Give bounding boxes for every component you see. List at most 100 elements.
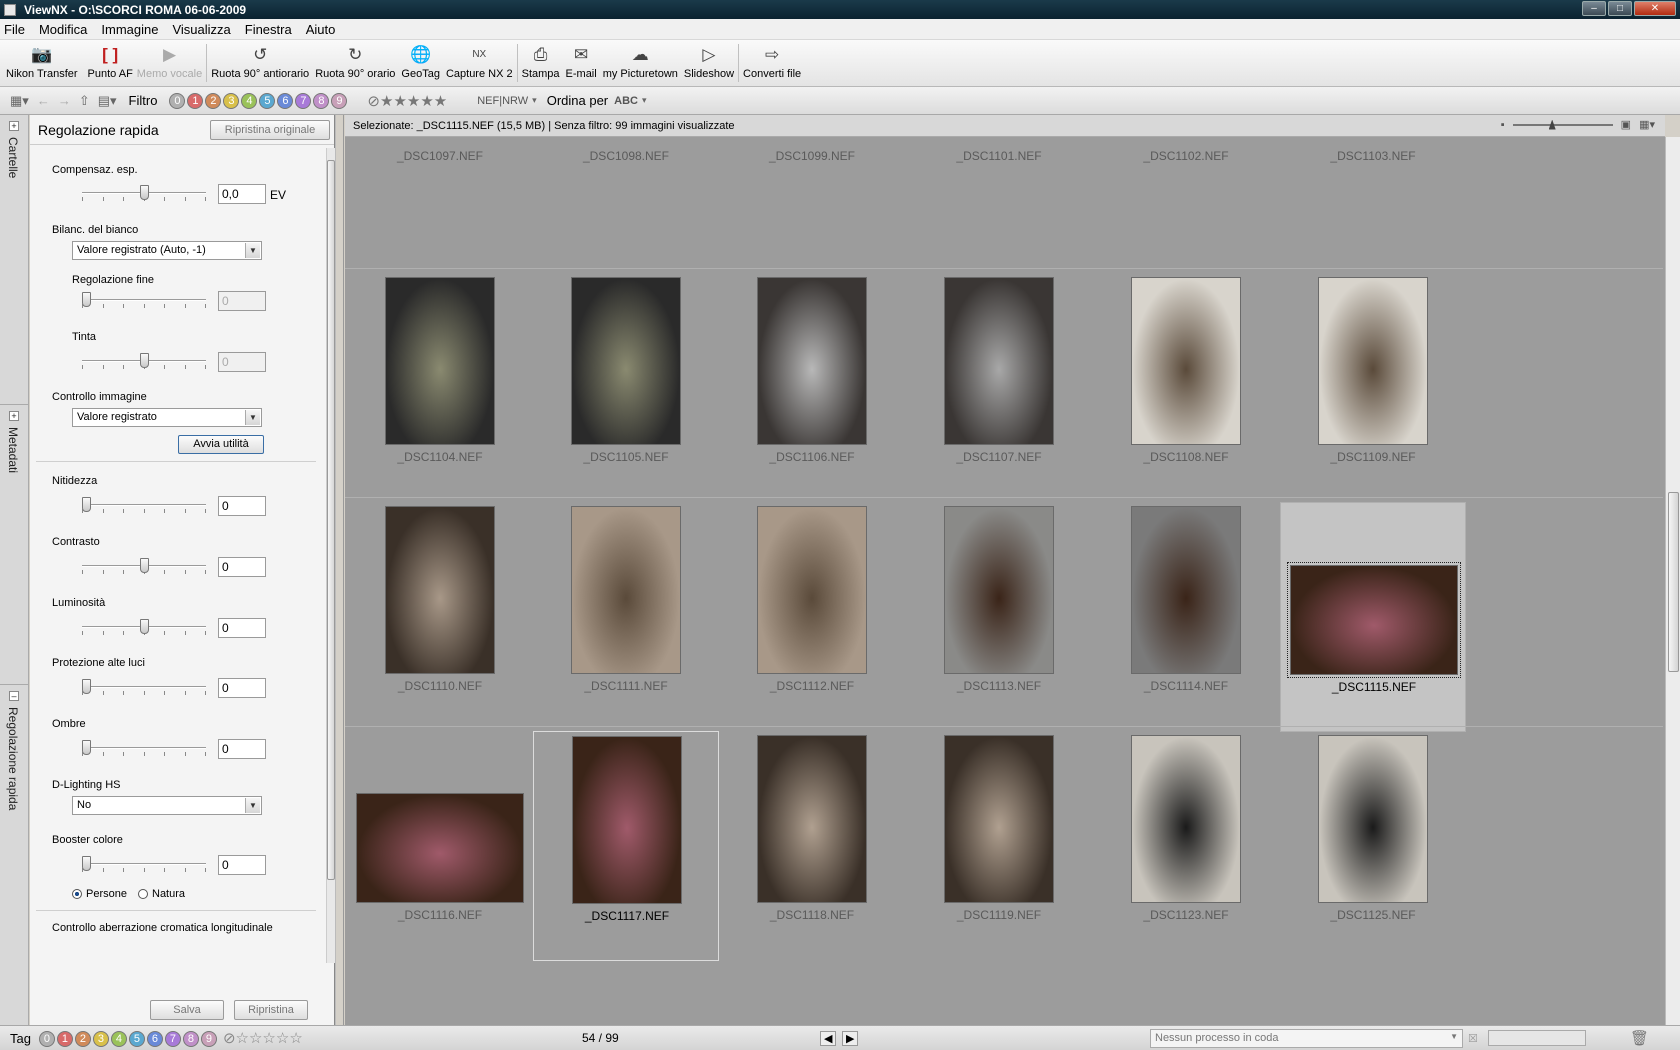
panel-scrollbar[interactable] <box>326 148 335 963</box>
menu-aiuto[interactable]: Aiuto <box>306 22 336 37</box>
minimize-button[interactable]: – <box>1582 1 1606 16</box>
highlight-protection-input[interactable]: 0 <box>218 678 266 698</box>
thumbnail-image[interactable] <box>944 277 1054 445</box>
thumbnail-image[interactable] <box>385 277 495 445</box>
nikon-transfer-button[interactable]: 📷 Nikon Transfer <box>6 40 78 87</box>
shadows-slider[interactable] <box>82 740 206 756</box>
fine-adjust-input[interactable]: 0 <box>218 291 266 311</box>
picture-control-select[interactable]: Valore registrato ▼ <box>72 408 262 427</box>
thumbnail-image[interactable] <box>571 506 681 674</box>
tab-regolazione-rapida[interactable]: – Regolazione rapida <box>0 685 29 1025</box>
filter-label-0[interactable]: 0 <box>169 93 186 109</box>
thumbnail-size-slider[interactable] <box>1512 119 1613 130</box>
panel-splitter[interactable] <box>335 115 344 1025</box>
tab-cartelle[interactable]: + Cartelle <box>0 115 29 405</box>
email-button[interactable]: ✉ E-mail <box>566 40 597 87</box>
restore-button[interactable]: Ripristina <box>234 1000 308 1020</box>
thumbnail-cell[interactable]: _DSC1107.NEF <box>906 273 1092 503</box>
menu-file[interactable]: File <box>4 22 25 37</box>
menu-modifica[interactable]: Modifica <box>39 22 87 37</box>
filter-label-2[interactable]: 2 <box>205 93 222 109</box>
thumbnail-image[interactable] <box>1131 506 1241 674</box>
exposure-input[interactable]: 0,0 <box>218 184 266 204</box>
thumbnail-cell[interactable]: _DSC1119.NEF <box>906 731 1092 961</box>
tag-rating-stars-icon[interactable]: ⊘☆☆☆☆☆ <box>223 1029 303 1047</box>
grid-view-icon[interactable]: ▦▾ <box>1639 118 1655 131</box>
thumbnail-image[interactable] <box>572 736 682 904</box>
thumbnail-cell[interactable]: _DSC1105.NEF <box>533 273 719 503</box>
filter-label-8[interactable]: 8 <box>313 93 330 109</box>
filter-label-7[interactable]: 7 <box>295 93 312 109</box>
thumbnail-cell[interactable]: _DSC1109.NEF <box>1280 273 1466 503</box>
expand-icon[interactable]: + <box>9 121 19 131</box>
booster-option-people[interactable]: Persone <box>72 888 127 900</box>
up-folder-icon[interactable]: ⇧ <box>79 93 90 109</box>
menu-visualizza[interactable]: Visualizza <box>172 22 230 37</box>
thumbnail-image[interactable] <box>757 735 867 903</box>
filter-label-5[interactable]: 5 <box>259 93 276 109</box>
cancel-process-icon[interactable]: ☒ <box>1468 1032 1478 1045</box>
thumbnail-image[interactable] <box>385 506 495 674</box>
save-button[interactable]: Salva <box>150 1000 224 1020</box>
filter-label-1[interactable]: 1 <box>187 93 204 109</box>
thumbnail-image[interactable] <box>1287 562 1461 678</box>
thumbnail-image[interactable] <box>1131 277 1241 445</box>
prev-page-button[interactable]: ◀ <box>820 1030 837 1046</box>
thumbnail-cell[interactable]: _DSC1110.NEF <box>347 502 533 732</box>
panel-scrollbar-thumb[interactable] <box>327 160 335 880</box>
tab-metadati[interactable]: + Metadati <box>0 405 29 685</box>
thumbnail-image[interactable] <box>944 735 1054 903</box>
thumbnail-cell[interactable]: _DSC1098.NEF <box>533 137 719 275</box>
contrast-input[interactable]: 0 <box>218 557 266 577</box>
tag-label-2[interactable]: 2 <box>74 1030 91 1047</box>
thumbnail-cell[interactable]: _DSC1104.NEF <box>347 273 533 503</box>
geotag-button[interactable]: 🌐 GeoTag <box>401 40 440 87</box>
thumbnail-cell[interactable]: _DSC1108.NEF <box>1093 273 1279 503</box>
tag-label-3[interactable]: 3 <box>92 1030 109 1047</box>
shadows-input[interactable]: 0 <box>218 739 266 759</box>
sort-by-label[interactable]: Ordina per <box>547 93 608 108</box>
filter-label-9[interactable]: 9 <box>331 93 348 109</box>
tag-label-7[interactable]: 7 <box>164 1030 181 1047</box>
tag-label-5[interactable]: 5 <box>128 1030 145 1047</box>
rating-filter[interactable]: ⊘★★★★★ <box>367 92 447 110</box>
booster-option-nature[interactable]: Natura <box>138 888 185 900</box>
launch-utility-button[interactable]: Avvia utilità <box>178 435 264 454</box>
trash-icon[interactable]: 🗑 <box>1630 1029 1649 1047</box>
filter-label-4[interactable]: 4 <box>241 93 258 109</box>
back-arrow-icon[interactable]: ← <box>37 93 50 108</box>
convert-files-button[interactable]: ⇨ Converti file <box>743 40 801 87</box>
tag-label-6[interactable]: 6 <box>146 1030 163 1047</box>
next-page-button[interactable]: ▶ <box>842 1030 859 1046</box>
thumbnail-image[interactable] <box>757 506 867 674</box>
thumbnail-cell[interactable]: _DSC1099.NEF <box>719 137 905 275</box>
tag-label-0[interactable]: 0 <box>38 1030 55 1047</box>
browser-scrollbar-thumb[interactable] <box>1668 492 1679 672</box>
thumbnail-image[interactable] <box>1131 735 1241 903</box>
forward-arrow-icon[interactable]: → <box>58 93 71 108</box>
voice-memo-button[interactable]: ▶ Memo vocale <box>137 40 202 87</box>
filter-label-6[interactable]: 6 <box>277 93 294 109</box>
tint-slider[interactable] <box>82 353 206 369</box>
tint-input[interactable]: 0 <box>218 352 266 372</box>
print-button[interactable]: ⎙ Stampa <box>522 40 560 87</box>
thumbnail-cell[interactable]: _DSC1112.NEF <box>719 502 905 732</box>
format-toggle[interactable]: NEF|NRW <box>477 95 528 107</box>
thumbnail-cell[interactable]: _DSC1103.NEF <box>1280 137 1466 275</box>
small-size-icon[interactable]: ▪ <box>1501 119 1505 131</box>
thumbnail-cell[interactable]: _DSC1102.NEF <box>1093 137 1279 275</box>
sharpness-input[interactable]: 0 <box>218 496 266 516</box>
process-queue-select[interactable]: Nessun processo in coda ▼ <box>1150 1029 1463 1048</box>
thumbnail-cell[interactable]: _DSC1116.NEF <box>347 731 533 961</box>
thumbnail-cell[interactable]: _DSC1118.NEF <box>719 731 905 961</box>
highlight-protection-slider[interactable] <box>82 679 206 695</box>
tag-label-1[interactable]: 1 <box>56 1030 73 1047</box>
fine-adjust-slider[interactable] <box>82 292 206 308</box>
reset-original-button[interactable]: Ripristina originale <box>210 119 330 140</box>
filter-label-3[interactable]: 3 <box>223 93 240 109</box>
thumbnail-cell[interactable]: _DSC1097.NEF <box>347 137 533 275</box>
thumbnail-cell[interactable]: _DSC1123.NEF <box>1093 731 1279 961</box>
close-button[interactable]: ✕ <box>1634 1 1676 16</box>
sharpness-slider[interactable] <box>82 497 206 513</box>
slideshow-button[interactable]: ▷ Slideshow <box>684 40 734 87</box>
